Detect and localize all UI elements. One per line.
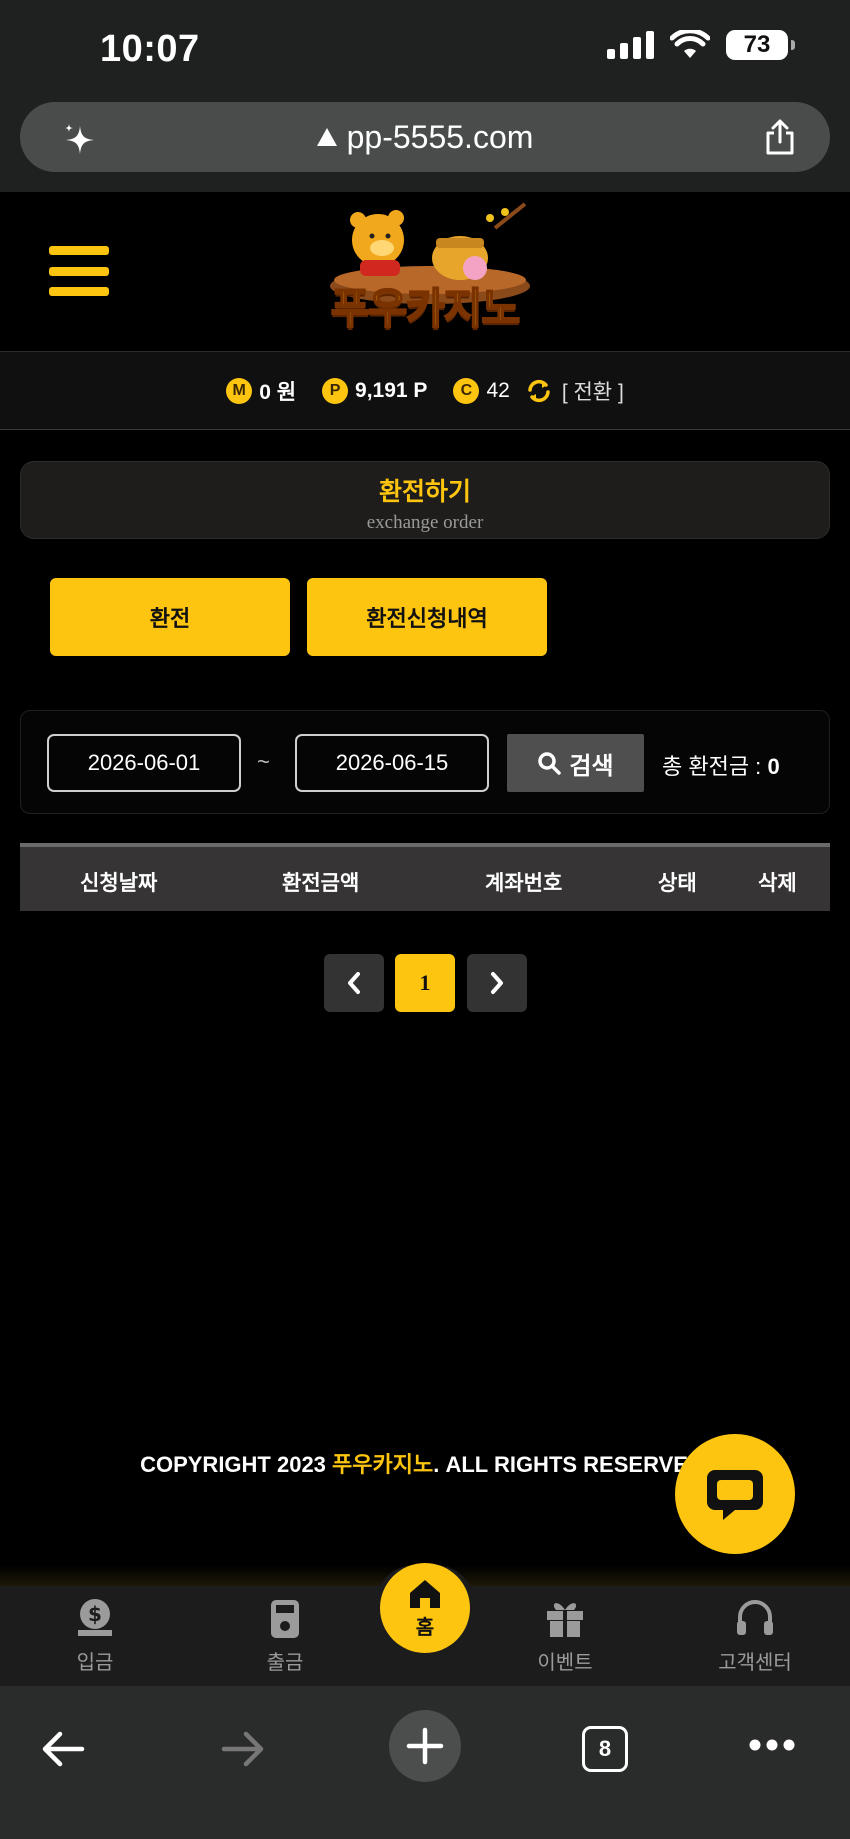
- url-label: pp-5555.com: [346, 118, 534, 155]
- c-coin-icon: C: [453, 377, 480, 404]
- search-icon: [538, 752, 562, 775]
- nav-event-label: 이벤트: [537, 1652, 593, 1674]
- next-page-button[interactable]: [467, 954, 527, 1012]
- total-exchange: 총 환전금 : 0: [662, 749, 780, 781]
- search-button[interactable]: 검색: [507, 734, 644, 792]
- balance-bar: M 0 원 P 9,191 P C 42 [ 전환 ]: [0, 352, 850, 430]
- point-value: 9,191 P: [355, 378, 428, 402]
- exchange-history-button[interactable]: 환전신청내역: [307, 578, 547, 656]
- browser-top-bar: 10:07 73 pp-5555.com: [0, 0, 850, 192]
- new-tab-button[interactable]: [389, 1710, 461, 1782]
- column-request-date: 신청날짜: [80, 872, 158, 895]
- exchange-button[interactable]: 환전: [50, 578, 290, 656]
- coin-balance: C 42: [453, 377, 510, 404]
- search-label: 검색: [569, 752, 614, 780]
- gift-icon: [547, 1603, 583, 1637]
- search-panel: 2026-06-01 ~ 2026-06-15 검색 총 환전금 : 0: [20, 710, 830, 814]
- nav-deposit[interactable]: $ 입금: [35, 1594, 155, 1675]
- total-label: 총 환전금 :: [662, 754, 762, 779]
- share-icon[interactable]: [762, 118, 798, 156]
- nav-withdraw[interactable]: 출금: [225, 1594, 345, 1675]
- chevron-right-icon: [491, 972, 503, 994]
- money-value: 0 원: [259, 380, 297, 404]
- nav-event[interactable]: 이벤트: [505, 1594, 625, 1675]
- nav-support-label: 고객센터: [718, 1652, 792, 1674]
- money-bag-icon: $: [78, 1599, 112, 1636]
- wifi-icon: [670, 30, 710, 58]
- chevron-left-icon: [348, 972, 360, 994]
- chat-bubble-icon: [707, 1470, 763, 1520]
- status-time: 10:07: [100, 28, 200, 70]
- coin-value: 42: [486, 378, 510, 402]
- refresh-icon[interactable]: [526, 378, 552, 404]
- page-title: 환전하기: [378, 478, 471, 506]
- money-coin-icon: M: [226, 377, 253, 404]
- menu-icon[interactable]: [49, 246, 109, 296]
- start-date-input[interactable]: 2026-06-01: [47, 734, 241, 792]
- cellular-signal-icon: [607, 31, 654, 59]
- nav-withdraw-label: 출금: [266, 1652, 304, 1674]
- column-delete: 삭제: [758, 872, 797, 895]
- nav-deposit-label: 입금: [76, 1652, 114, 1674]
- chat-button[interactable]: [675, 1434, 795, 1554]
- total-value: 0: [767, 754, 780, 779]
- copyright-brand: 푸우카지노: [332, 1452, 434, 1477]
- plus-icon: [406, 1727, 444, 1765]
- home-icon: [410, 1579, 440, 1608]
- address-bar[interactable]: pp-5555.com: [20, 102, 830, 172]
- page-subtitle: exchange order: [366, 512, 484, 533]
- column-status: 상태: [658, 872, 697, 895]
- point-balance: P 9,191 P: [322, 377, 428, 404]
- status-icons: 73: [607, 30, 795, 60]
- point-coin-icon: P: [322, 377, 349, 404]
- end-date-input[interactable]: 2026-06-15: [295, 734, 489, 792]
- page-1-button[interactable]: 1: [395, 954, 455, 1012]
- convert-link[interactable]: [ 전환 ]: [562, 376, 624, 406]
- site-logo[interactable]: 푸우카지노: [310, 198, 540, 346]
- warning-icon: [316, 128, 337, 146]
- svg-text:$: $: [88, 1602, 102, 1626]
- sparkle-icon[interactable]: [60, 120, 100, 160]
- url-text: pp-5555.com: [316, 118, 534, 156]
- atm-icon: [271, 1600, 299, 1638]
- nav-home-label: 홈: [415, 1616, 435, 1639]
- nav-home[interactable]: 홈: [380, 1563, 470, 1653]
- page-title-box: 환전하기 exchange order: [20, 461, 830, 539]
- browser-toolbar: 8: [0, 1686, 850, 1839]
- column-account: 계좌번호: [485, 872, 563, 895]
- battery-icon: 73: [726, 30, 795, 60]
- more-icon[interactable]: [748, 1738, 796, 1752]
- logo-text: 푸우카지노: [330, 284, 521, 333]
- prev-page-button[interactable]: [324, 954, 384, 1012]
- column-amount: 환전금액: [282, 872, 360, 895]
- table-header: 신청날짜 환전금액 계좌번호 상태 삭제: [20, 843, 830, 911]
- money-balance: M 0 원: [226, 376, 296, 406]
- site-header: 푸우카지노: [0, 192, 850, 352]
- headset-icon: [737, 1600, 773, 1635]
- date-separator: ~: [257, 749, 270, 774]
- tabs-button[interactable]: 8: [582, 1726, 628, 1772]
- forward-arrow-icon[interactable]: [218, 1724, 268, 1774]
- nav-support[interactable]: 고객센터: [695, 1594, 815, 1675]
- back-arrow-icon[interactable]: [38, 1724, 88, 1774]
